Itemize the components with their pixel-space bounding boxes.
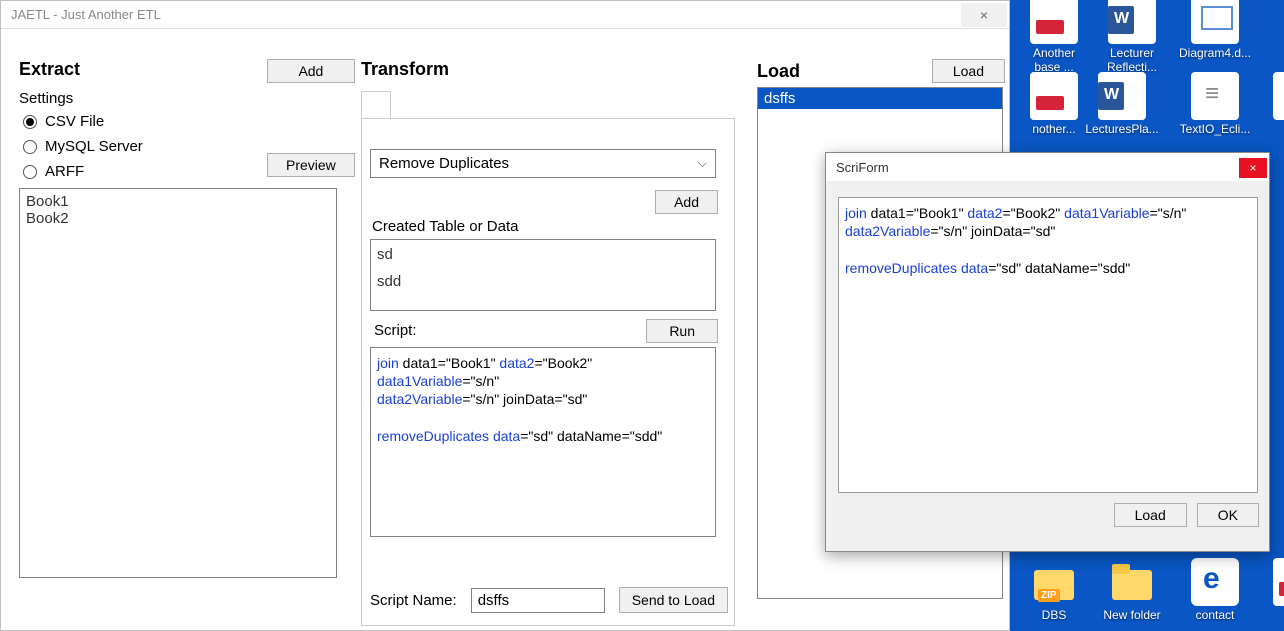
transform-panel: Remove Duplicates ⌵ Add Created Table or… [361, 118, 735, 626]
desktop-icon-label: u [1258, 122, 1284, 136]
radio-dot-icon [23, 140, 37, 154]
scriform-title: ScriForm [826, 160, 1239, 175]
chevron-down-icon: ⌵ [698, 156, 707, 171]
jaetl-titlebar: JAETL - Just Another ETL × [1, 1, 1009, 29]
load-heading: Load [757, 61, 800, 82]
list-item[interactable]: Book1 [26, 193, 330, 210]
desktop-icon-pdf2[interactable]: nother... [1015, 72, 1093, 136]
dia-icon [1191, 0, 1239, 44]
transform-select-value: Remove Duplicates [379, 155, 509, 172]
desktop-icon-TextIO[interactable]: TextIO_Ecli... [1176, 72, 1254, 136]
scriform-textarea[interactable]: join data1="Book1" data2="Book2" data1Va… [838, 197, 1258, 493]
fold-icon [1108, 558, 1156, 606]
desktop-icon-u[interactable]: u [1258, 72, 1284, 136]
close-icon[interactable]: × [1239, 158, 1267, 178]
transform-heading: Transform [361, 59, 735, 80]
load-button[interactable]: Load [932, 59, 1005, 83]
zip-icon [1030, 558, 1078, 606]
book-list[interactable]: Book1 Book2 [19, 188, 337, 578]
extract-preview-button[interactable]: Preview [267, 153, 355, 177]
script-name-label: Script Name: [370, 592, 457, 609]
send-to-load-button[interactable]: Send to Load [619, 587, 728, 613]
list-item[interactable]: sd [377, 246, 709, 263]
desktop-icon-label: Lecturer [1093, 46, 1171, 60]
desktop-icon-Lecturer[interactable]: LecturerReflecti... [1093, 0, 1171, 74]
desktop-icon-label: LecturesPla... [1083, 122, 1161, 136]
list-item[interactable]: sdd [377, 273, 709, 290]
desktop-icon-label: nother... [1015, 122, 1093, 136]
scriform-titlebar: ScriForm × [826, 153, 1269, 181]
load-list-item[interactable]: dsffs [757, 87, 1003, 109]
script-name-input[interactable] [471, 588, 605, 613]
scriform-load-button[interactable]: Load [1114, 503, 1187, 527]
jaetl-title: JAETL - Just Another ETL [1, 7, 961, 22]
desktop-icon-Diagram4[interactable]: Diagram4.d... [1176, 0, 1254, 60]
word-icon [1108, 0, 1156, 44]
desktop-icon-zip[interactable]: DBS [1015, 558, 1093, 622]
pdf-icon [1273, 558, 1284, 606]
extract-section: Extract Settings CSV File MySQL Server A… [19, 59, 339, 630]
run-button[interactable]: Run [646, 319, 718, 343]
list-item[interactable]: Book2 [26, 210, 330, 227]
scriform-ok-button[interactable]: OK [1197, 503, 1259, 527]
close-icon[interactable]: × [961, 3, 1007, 27]
script-textarea[interactable]: join data1="Book1" data2="Book2" data1Va… [370, 347, 716, 537]
radio-dot-icon [23, 115, 37, 129]
extract-add-button[interactable]: Add [267, 59, 355, 83]
desktop-icon-label: Diagram4.d... [1176, 46, 1254, 60]
script-label: Script: [374, 322, 417, 339]
desktop-icon-LecturesPla[interactable]: LecturesPla... [1083, 72, 1161, 136]
scriform-window: ScriForm × join data1="Book1" data2="Boo… [825, 152, 1270, 552]
desktop-icon-edge[interactable]: contact [1176, 558, 1254, 622]
desktop-icon-label: Another [1015, 46, 1093, 60]
txt-icon [1191, 72, 1239, 120]
desktop-icon-Another[interactable]: Anotherbase ... [1015, 0, 1093, 74]
desktop-icon-label: contact [1176, 608, 1254, 622]
edge-icon [1191, 558, 1239, 606]
pdf-icon [1030, 72, 1078, 120]
pdf-icon [1030, 0, 1078, 44]
word-icon [1098, 72, 1146, 120]
radio-dot-icon [23, 165, 37, 179]
desktop-icon-label: DBS [1015, 608, 1093, 622]
txt-icon [1273, 72, 1284, 120]
desktop-icon-label: TextIO_Ecli... [1176, 122, 1254, 136]
transform-section: Transform Remove Duplicates ⌵ Add Create… [361, 59, 735, 630]
transform-select[interactable]: Remove Duplicates ⌵ [370, 149, 716, 178]
radio-csv-label: CSV File [45, 113, 104, 130]
transform-add-button[interactable]: Add [655, 190, 718, 214]
radio-arff-label: ARFF [45, 163, 84, 180]
created-label: Created Table or Data [372, 218, 726, 235]
desktop-icon-fold[interactable]: New folder [1093, 558, 1171, 622]
transform-tab[interactable] [361, 91, 391, 119]
created-list[interactable]: sd sdd [370, 239, 716, 311]
desktop-icon-label: PD [1258, 608, 1284, 622]
radio-mysql-label: MySQL Server [45, 138, 143, 155]
desktop-icon-label: New folder [1093, 608, 1171, 622]
desktop-icon-pd[interactable]: PD [1258, 558, 1284, 622]
